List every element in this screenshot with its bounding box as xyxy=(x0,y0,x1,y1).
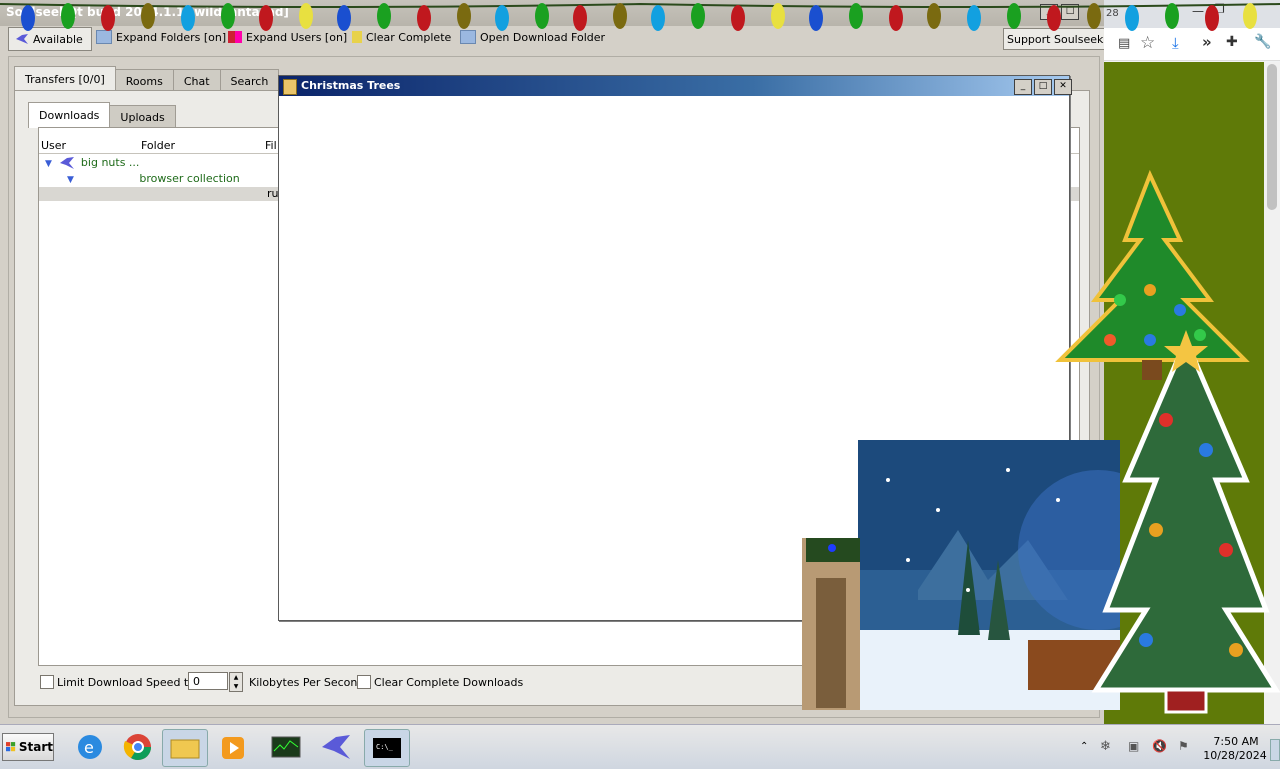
overflow-chevron-icon[interactable]: » xyxy=(1202,33,1212,51)
task-manager-icon[interactable] xyxy=(264,729,308,765)
open-folder-icon xyxy=(460,30,476,44)
folder-row[interactable]: ▼ browser collection xyxy=(67,172,240,185)
app-icon xyxy=(283,79,297,95)
tab-chat[interactable]: Chat xyxy=(172,69,221,92)
support-soulseek-button[interactable]: Support Soulseek! xyxy=(1003,28,1112,50)
network-icon[interactable]: ▣ xyxy=(1128,739,1139,753)
browser-tabstrip: 28 — ❐ xyxy=(1104,0,1280,28)
chrome-icon[interactable] xyxy=(116,729,160,765)
start-label: Start xyxy=(18,740,53,754)
snowflake-icon[interactable]: ❄ xyxy=(1100,739,1111,754)
column-folder[interactable]: Folder xyxy=(141,139,175,152)
close-button[interactable]: ✕ xyxy=(1054,79,1072,95)
browser-tab-fragment[interactable]: 28 xyxy=(1106,8,1119,19)
taskbar: Start e C:\_ ⌃ ❄ ▣ 🔇 ⚑ 7:50 AM 10/28/202… xyxy=(0,724,1280,769)
tab-downloads[interactable]: Downloads xyxy=(28,102,111,128)
bookmark-star-icon[interactable]: ☆ xyxy=(1140,33,1155,53)
tab-rooms[interactable]: Rooms xyxy=(114,69,174,92)
start-button[interactable]: Start xyxy=(2,733,54,761)
clear-complete-label: Clear Complete xyxy=(366,30,452,44)
users-icon xyxy=(228,31,242,43)
expand-arrow-icon[interactable]: ▼ xyxy=(67,175,74,185)
svg-text:e: e xyxy=(84,738,94,757)
pillar-decoration xyxy=(802,538,860,710)
file-explorer-icon[interactable] xyxy=(162,729,208,767)
tab-transfers[interactable]: Transfers [0/0] xyxy=(14,66,116,92)
download-icon[interactable]: ⤓ xyxy=(1172,34,1179,52)
soulseek-bird-icon xyxy=(16,34,28,44)
maximize-button[interactable]: □ xyxy=(1061,4,1079,20)
file-name: ru xyxy=(267,187,279,200)
media-player-icon[interactable] xyxy=(212,729,256,765)
show-hidden-icons-icon[interactable]: ⌃ xyxy=(1080,741,1088,752)
folder-name: browser collection xyxy=(139,172,240,185)
soulseek-taskbar-icon[interactable] xyxy=(314,729,358,765)
browser-restore-icon[interactable]: ❐ xyxy=(1214,2,1225,16)
browser-minimize-icon[interactable]: — xyxy=(1192,4,1204,18)
clock-time[interactable]: 7:50 AM xyxy=(1206,735,1266,748)
show-desktop-button[interactable] xyxy=(1270,739,1280,761)
clear-complete-downloads-checkbox[interactable] xyxy=(357,675,371,689)
broom-icon xyxy=(352,31,362,43)
snow-globe-scene xyxy=(858,440,1120,710)
column-user[interactable]: User xyxy=(41,139,66,152)
christmas-trees-title: Christmas Trees xyxy=(301,79,401,92)
limit-speed-checkbox[interactable] xyxy=(40,675,54,689)
internet-explorer-icon[interactable]: e xyxy=(68,729,112,765)
scrollbar-thumb[interactable] xyxy=(1267,64,1277,210)
christmas-trees-controls: _ □ ✕ xyxy=(1014,79,1072,95)
soulseek-bird-icon xyxy=(60,157,75,169)
clear-complete-button[interactable]: Clear Complete xyxy=(352,26,451,48)
christmas-trees-titlebar[interactable]: Christmas Trees _ □ ✕ xyxy=(279,76,1072,96)
open-download-folder-label: Open Download Folder xyxy=(480,30,606,44)
wrench-icon[interactable]: 🔧 xyxy=(1254,34,1271,50)
open-download-folder-button[interactable]: Open Download Folder xyxy=(460,26,605,48)
soulseek-title: SoulseekQt build 2024.1.1 [wildsantasad] xyxy=(6,5,289,19)
user-row[interactable]: ▼ big nuts ... xyxy=(45,156,139,170)
limit-speed-label: Limit Download Speed to xyxy=(57,676,195,689)
support-label: Support Soulseek! xyxy=(1007,32,1108,46)
speed-spinner[interactable]: ▲ ▼ xyxy=(229,672,243,692)
expand-folders-button[interactable]: Expand Folders [on] xyxy=(96,26,226,48)
clock-date[interactable]: 10/28/2024 xyxy=(1200,749,1270,762)
extensions-puzzle-icon[interactable]: ✚ xyxy=(1226,34,1238,50)
system-tray: ⌃ ❄ ▣ 🔇 ⚑ 7:50 AM 10/28/2024 xyxy=(1074,729,1280,765)
expand-users-label: Expand Users [on] xyxy=(246,30,348,44)
expand-users-button[interactable]: Expand Users [on] xyxy=(228,26,347,48)
user-name: big nuts ... xyxy=(80,156,140,169)
windows-logo-icon xyxy=(6,742,16,752)
main-tabs: Transfers [0/0] Rooms Chat Search xyxy=(14,66,280,92)
expand-arrow-icon[interactable]: ▼ xyxy=(45,159,52,169)
folder-icon xyxy=(96,30,112,44)
reader-mode-icon[interactable]: ▤ xyxy=(1118,36,1130,51)
available-button[interactable]: Available xyxy=(8,27,92,51)
toolbar: Available Expand Folders [on] Expand Use… xyxy=(0,26,1112,52)
available-label: Available xyxy=(33,32,83,46)
tab-search[interactable]: Search xyxy=(219,69,280,92)
volume-muted-icon[interactable]: 🔇 xyxy=(1152,739,1167,753)
minimize-button[interactable]: _ xyxy=(1014,79,1032,95)
action-center-flag-icon[interactable]: ⚑ xyxy=(1178,739,1189,753)
clear-complete-downloads-label: Clear Complete Downloads xyxy=(374,676,524,689)
soulseek-window-controls: _ □ xyxy=(1040,4,1079,22)
soulseek-titlebar[interactable]: SoulseekQt build 2024.1.1 [wildsantasad]… xyxy=(0,0,1104,26)
decorated-tree-icon xyxy=(1091,330,1280,714)
command-prompt-icon[interactable]: C:\_ xyxy=(364,729,410,767)
speed-unit-label: Kilobytes Per Second xyxy=(249,676,365,689)
minimize-button[interactable]: _ xyxy=(1040,4,1058,20)
svg-text:C:\_: C:\_ xyxy=(376,743,394,751)
column-file[interactable]: Fil xyxy=(265,139,277,152)
browser-toolbar: ▤ ☆ ⤓ » ✚ 🔧 xyxy=(1104,28,1280,61)
transfer-subtabs: Downloads Uploads xyxy=(28,102,176,128)
maximize-button[interactable]: □ xyxy=(1034,79,1052,95)
speed-input[interactable]: 0 xyxy=(188,672,228,690)
expand-folders-label: Expand Folders [on] xyxy=(116,30,227,44)
tab-uploads[interactable]: Uploads xyxy=(109,105,176,128)
